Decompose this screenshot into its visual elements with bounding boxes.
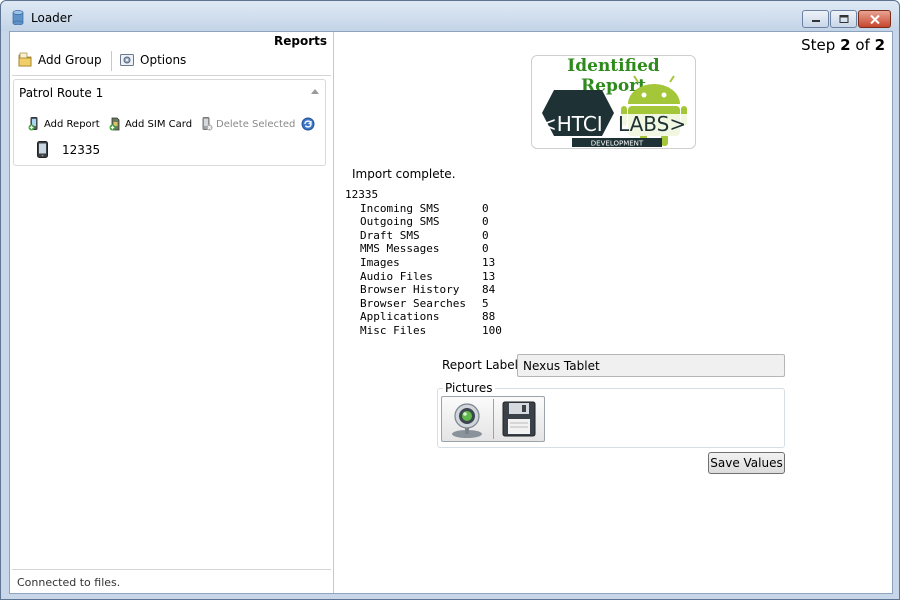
app-window: Loader Reports Add Group Options Patrol … — [0, 0, 900, 600]
stat-row: Applications 88 — [345, 310, 502, 324]
title-bar[interactable]: Loader — [1, 1, 899, 31]
window-controls — [802, 10, 891, 28]
reports-toolbar: Reports Add Group Options — [10, 32, 333, 77]
minimize-icon — [811, 20, 820, 22]
maximize-icon — [839, 15, 848, 23]
stat-label: Incoming SMS — [360, 201, 440, 215]
options-icon — [120, 54, 134, 66]
report-stats: 12335 Incoming SMS 0 Outgoing SMS 0 Draft SM… — [345, 188, 502, 338]
toolbar-separator — [111, 51, 112, 71]
folder-add-icon — [18, 52, 32, 67]
save-values-button[interactable]: Save Values — [708, 452, 785, 474]
stat-row: Misc Files 100 — [345, 324, 502, 338]
stat-label: Misc Files — [360, 323, 427, 337]
step-current: 2 — [840, 36, 851, 54]
identified-report-logo: Identified Report <HTCI LABS> DEVELOPMEN… — [531, 55, 696, 149]
stat-label: Applications — [360, 310, 440, 324]
stat-row: MMS Messages 0 — [345, 242, 502, 256]
logo-brand-left: <HTCI — [540, 112, 603, 136]
add-sim-icon — [109, 117, 120, 131]
stat-label: Browser Searches — [360, 296, 466, 310]
stat-row: Browser Searches 5 — [345, 297, 502, 311]
stat-label: Audio Files — [360, 269, 433, 283]
htci-labs-logo: <HTCI LABS> DEVELOPMENT — [540, 75, 688, 148]
delete-icon — [202, 117, 213, 131]
reports-heading: Reports — [273, 34, 327, 48]
step-indicator: Step 2 of 2 — [801, 36, 885, 54]
report-group: Patrol Route 1 Add Report Add SIM Card D… — [13, 79, 326, 166]
stat-value: 0 — [482, 215, 489, 229]
add-group-label: Add Group — [38, 53, 102, 67]
stat-value: 88 — [482, 310, 496, 324]
step-of: of — [855, 36, 870, 54]
device-id: 12335 — [62, 142, 101, 157]
maximize-button[interactable] — [830, 10, 857, 28]
status-divider — [12, 569, 331, 570]
add-sim-label: Add SIM Card — [125, 118, 193, 130]
stat-label: Browser History — [360, 283, 460, 297]
stat-value: 100 — [482, 323, 502, 337]
stat-value: 5 — [482, 296, 489, 310]
floppy-disk-icon — [502, 401, 536, 437]
delete-selected-label: Delete Selected — [216, 118, 296, 130]
options-button[interactable]: Options — [119, 52, 186, 68]
logo-tagline: DEVELOPMENT — [591, 140, 644, 148]
report-label-caption: Report Label — [442, 358, 518, 372]
stat-label: Draft SMS — [360, 228, 420, 242]
client-area: Reports Add Group Options Patrol Route 1… — [9, 31, 893, 594]
phone-icon — [37, 141, 48, 158]
stat-value: 0 — [482, 242, 489, 256]
delete-selected-button[interactable]: Delete Selected — [200, 117, 295, 131]
step-prefix: Step — [801, 36, 836, 54]
stat-label: Images — [360, 255, 400, 269]
stat-row: Browser History 84 — [345, 283, 502, 297]
stat-value: 13 — [482, 269, 496, 283]
add-report-label: Add Report — [44, 118, 100, 130]
reports-pane: Reports Add Group Options Patrol Route 1… — [10, 32, 334, 593]
options-label: Options — [140, 53, 187, 67]
device-row[interactable]: 12335 — [37, 141, 100, 158]
add-sim-button[interactable]: Add SIM Card — [109, 117, 192, 131]
stat-value: 13 — [482, 255, 496, 269]
stat-row: Audio Files 13 — [345, 270, 502, 284]
pictures-group: Pictures — [437, 381, 785, 448]
report-id: 12335 — [345, 188, 379, 201]
report-label-input[interactable] — [517, 354, 785, 377]
stat-list: Incoming SMS 0 Outgoing SMS 0 Draft SMS 0 MMS … — [345, 202, 502, 338]
stat-label: Outgoing SMS — [360, 215, 440, 229]
group-title: Patrol Route 1 — [19, 86, 104, 100]
stat-row: Images 13 — [345, 256, 502, 270]
stat-row: Incoming SMS 0 — [345, 202, 502, 216]
pictures-legend: Pictures — [443, 381, 495, 395]
minimize-button[interactable] — [802, 10, 829, 28]
stat-value: 0 — [482, 228, 489, 242]
toolbar-divider — [12, 75, 331, 76]
close-icon — [869, 14, 880, 24]
stat-row: Outgoing SMS 0 — [345, 215, 502, 229]
pictures-buttons — [441, 396, 545, 442]
webcam-icon — [452, 403, 483, 438]
collapse-arrow-icon[interactable] — [311, 89, 319, 94]
stat-value: 0 — [482, 201, 489, 215]
status-text: Connected to files. — [17, 576, 121, 589]
save-picture-button[interactable] — [493, 397, 544, 441]
report-detail-pane: Step 2 of 2 Identified Report <HTCI LABS… — [335, 32, 892, 593]
close-button[interactable] — [858, 10, 891, 28]
stat-row: Draft SMS 0 — [345, 229, 502, 243]
add-report-button[interactable]: Add Report — [28, 117, 100, 131]
add-report-icon — [28, 117, 38, 131]
add-group-button[interactable]: Add Group — [17, 52, 102, 68]
capture-webcam-button[interactable] — [442, 397, 493, 441]
stat-value: 84 — [482, 283, 496, 297]
step-total: 2 — [874, 36, 885, 54]
stat-label: MMS Messages — [360, 242, 440, 256]
database-icon — [12, 10, 24, 25]
import-status: Import complete. — [352, 167, 456, 181]
logo-brand-right: LABS> — [618, 112, 686, 136]
window-title: Loader — [31, 11, 73, 25]
refresh-icon[interactable] — [301, 117, 315, 131]
